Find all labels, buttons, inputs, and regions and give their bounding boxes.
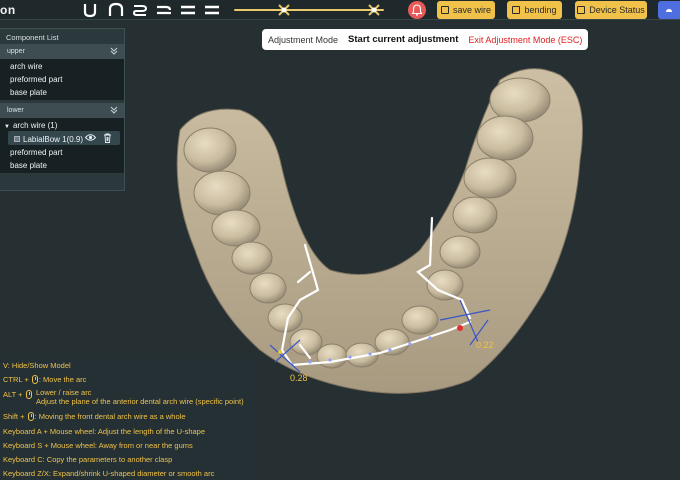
group-lower-header[interactable]: lower [0,103,124,118]
upper-arch-wire-item[interactable]: arch wire [0,59,124,72]
anchor-point-left[interactable] [278,350,282,354]
group-upper-label: upper [7,48,25,55]
mouse-icon [31,375,38,384]
cloud-icon [666,9,672,12]
component-list-title: Component List [6,33,59,42]
hint-alt-key: ALT + [3,390,23,399]
upper-base-plate-item[interactable]: base plate [0,85,124,100]
lower-arch-wire-label: arch wire (1) [12,120,58,130]
device-icon [577,6,586,14]
device-status-label: Device Status [589,5,645,15]
hint-v-text: Hide/Show Model [11,361,71,370]
mouse-icon [27,412,34,421]
adjustment-bar: Adjustment Mode Start current adjustment… [262,29,589,50]
component-list-panel: Component List upper arch wire preformed… [0,28,125,191]
hint-c: Keyboard C: Copy the parameters to anoth… [3,455,173,464]
exit-adjustment-button[interactable]: Exit Adjustment Mode (ESC) [468,35,582,45]
bell-icon [411,4,423,16]
trash-icon[interactable] [103,133,112,143]
save-wire-label: save wire [452,5,491,15]
shortcut-help-panel: V: Hide/Show Model CTRL + : Move the arc… [0,357,256,480]
hint-alt-text2: Adjust the plane of the anterior dental … [36,397,244,406]
extra-button[interactable] [658,1,680,19]
hint-ctrl-text: : Move the arc [38,375,87,384]
mouse-icon [25,390,32,399]
parallel-line-icon[interactable] [178,2,198,18]
group-lower-label: lower [7,107,24,114]
start-adjustment-button[interactable]: Start current adjustment [348,34,458,45]
anchor-point-right[interactable] [457,325,463,331]
lower-base-plate-item[interactable]: base plate [0,158,124,173]
lower-preformed-part-item[interactable]: preformed part [0,145,124,158]
bending-button[interactable]: bending [507,1,562,19]
wire-part-icon [14,136,20,143]
hint-a: Keyboard A + Mouse wheel: Adjust the len… [3,427,206,436]
wave-icon[interactable] [130,2,150,18]
group-lower-list: ▼ arch wire (1) LabialBow 1(0.9) preforme… [0,118,124,173]
hint-s: Keyboard S + Mouse wheel: Away from or n… [3,441,193,450]
device-status-button[interactable]: Device Status [575,1,647,19]
group-upper-header[interactable]: upper [0,44,124,59]
measure-left: 0.28 [290,373,308,383]
hint-ctrl-key: CTRL + [3,375,29,384]
hint-v: V: Hide/Show Model [3,361,71,370]
labial-bow-item[interactable]: LabialBow 1(0.9) [8,131,120,145]
hint-shift-key: Shift + [3,412,25,421]
measure-right: 0.22 [476,340,494,350]
hint-v-key: V: [3,361,10,370]
slider-right-thumb-icon[interactable] [368,4,380,16]
labial-bow-label: LabialBow 1(0.9) [23,134,84,144]
chevron-down-icon [110,106,118,114]
caret-down-icon: ▼ [4,123,10,130]
bending-icon [512,6,521,14]
hint-alt-text1: Lower / raise arc [36,388,92,397]
slider-right[interactable] [298,4,384,16]
adjustment-mode-label: Adjustment Mode [268,34,339,45]
slider-left-thumb-icon[interactable] [278,4,290,16]
chevron-down-icon [110,47,118,55]
arch-icon[interactable] [106,2,126,18]
hint-zx: Keyboard Z/X: Expand/shrink U-shaped dia… [3,469,215,478]
hint-ctrl: CTRL + : Move the arc [3,375,86,384]
save-icon [440,6,449,14]
upper-preformed-part-item[interactable]: preformed part [0,72,124,85]
group-upper-list: arch wire preformed part base plate [0,59,124,100]
hint-shift: Shift + : Moving the front dental arch w… [3,412,186,421]
eye-icon[interactable] [85,133,96,142]
equal-line-icon[interactable] [202,2,222,18]
alarm-button[interactable] [408,1,426,19]
lower-arch-wire-item[interactable]: ▼ arch wire (1) [0,118,124,131]
double-line-icon[interactable] [154,2,174,18]
bending-label: bending [524,5,557,15]
u-shape-icon[interactable] [80,2,100,18]
hint-alt-key-row: ALT + [3,390,33,399]
hint-shift-text: : Moving the front dental arch wire as a… [34,412,186,421]
top-toolbar: on save wire bending Device Status [0,0,680,20]
save-wire-button[interactable]: save wire [437,1,495,19]
app-brand: on [0,3,16,17]
